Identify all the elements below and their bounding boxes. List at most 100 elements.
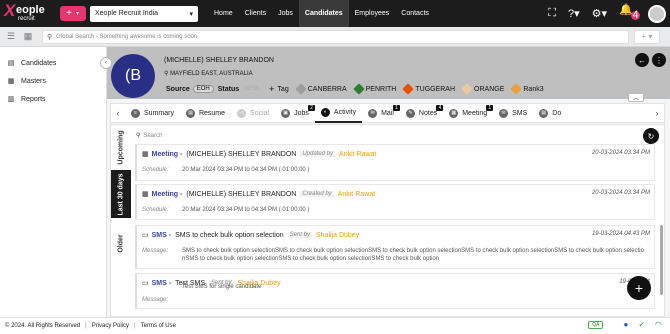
footer-status-icons: QA ● ✓ ◠ bbox=[588, 320, 662, 329]
tab-meeting[interactable]: ▦ Meeting 1 bbox=[443, 103, 494, 123]
top-right-actions: ⛶ ?▾ ⚙▾ 🔔 4 bbox=[542, 0, 670, 27]
activity-date: 20-03-2024 03:34 PM bbox=[591, 150, 650, 156]
activity-search-input[interactable]: ⚲ Search bbox=[136, 132, 163, 140]
activity-field-label: Message: bbox=[142, 297, 169, 303]
tab-jobs[interactable]: ▣ Jobs 2 bbox=[275, 103, 315, 123]
tab-count-badge: 2 bbox=[308, 105, 315, 111]
footer-separator: | bbox=[85, 323, 87, 329]
quick-add-button[interactable]: + ▾ bbox=[634, 29, 660, 44]
notification-badge: 4 bbox=[631, 9, 640, 21]
tab-resume[interactable]: ▤ Resume bbox=[180, 103, 231, 123]
global-search-input[interactable]: ⚲ Global Search - Something awesome is co… bbox=[42, 29, 629, 44]
wifi-icon[interactable]: ◠ bbox=[655, 320, 662, 329]
source-badge[interactable]: EOH bbox=[192, 85, 214, 93]
activity-by-label: Created by bbox=[300, 191, 334, 197]
summary-icon: ≡ bbox=[131, 108, 140, 118]
activity-date: 19-03-2024 04:43 PM bbox=[591, 231, 650, 237]
tag-chip[interactable]: PENRITH bbox=[352, 83, 396, 95]
activity-search-placeholder: Search bbox=[143, 132, 163, 139]
tab-mail[interactable]: ✉ Mail 1 bbox=[362, 103, 400, 123]
tag-chip[interactable]: ORANGE bbox=[461, 83, 505, 95]
chevron-down-icon: ▼ bbox=[74, 10, 80, 17]
organization-select[interactable]: Xeople Recruit India ▾ bbox=[90, 5, 198, 22]
notes-icon: ✎ bbox=[405, 108, 415, 118]
list-view-icon[interactable]: ☰ bbox=[5, 31, 17, 43]
privacy-policy-link[interactable]: Privacy Policy bbox=[92, 323, 129, 329]
candidate-location: ⚲ MAYFIELD EAST, AUSTRALIA bbox=[164, 70, 253, 77]
nav-candidates[interactable]: Candidates bbox=[298, 0, 349, 27]
activity-field-value: Test SMS for single candidate bbox=[182, 284, 262, 290]
activity-user[interactable]: Ankit Rawat bbox=[339, 151, 376, 158]
user-avatar[interactable] bbox=[648, 4, 666, 23]
more-options-icon[interactable]: ⋮ bbox=[652, 53, 666, 67]
add-activity-button[interactable]: + bbox=[627, 276, 651, 300]
activity-card[interactable]: ▭SMS -Test SMSSent byShailja Dubey 19-03… bbox=[135, 273, 655, 309]
terms-of-use-link[interactable]: Terms of Use bbox=[141, 323, 176, 329]
activity-panel: Upcoming Last 30 days Older ⚲ Search ↻ ▦ M… bbox=[110, 124, 665, 317]
briefcase-icon: ▣ bbox=[281, 108, 291, 118]
user-status-icon[interactable]: ● bbox=[623, 320, 628, 329]
activity-card[interactable]: ▦ Meeting - (MICHELLE) SHELLEY BRANDON Upda… bbox=[135, 144, 655, 181]
vtab-older[interactable]: Older bbox=[111, 225, 131, 261]
tag-chip[interactable]: TUGGERAH bbox=[402, 83, 455, 95]
tab-sms[interactable]: ✉ SMS bbox=[493, 103, 533, 123]
collapse-header-button[interactable]: ︿ bbox=[628, 93, 644, 102]
tag-name: CANBERRA bbox=[307, 85, 347, 93]
sidebar-item-reports[interactable]: ▥ Reports bbox=[0, 90, 106, 108]
activity-user[interactable]: Shailja Dubey bbox=[316, 232, 359, 239]
nav-home[interactable]: Home bbox=[208, 0, 239, 27]
activity-card[interactable]: ▭ SMS - SMS to check bulk option selection… bbox=[135, 225, 655, 269]
activity-scrollbar[interactable] bbox=[660, 225, 663, 295]
tabs-scroll-right-icon[interactable]: › bbox=[650, 108, 664, 118]
sidebar-item-candidates[interactable]: ▤ Candidates bbox=[0, 54, 106, 72]
tag-label: Tag bbox=[277, 85, 289, 93]
tab-count-badge: 4 bbox=[436, 105, 444, 111]
chevron-left-icon: ‹ bbox=[105, 60, 107, 66]
activity-card[interactable]: ▦ Meeting - (MICHELLE) SHELLEY BRANDON Crea… bbox=[135, 184, 655, 220]
tab-social[interactable]: ◁ Social bbox=[231, 103, 275, 123]
xeople-logo[interactable]: X eople recruit bbox=[4, 0, 56, 27]
resume-icon: ▤ bbox=[185, 108, 195, 118]
add-tag-button[interactable]: + Tag bbox=[269, 84, 289, 94]
activity-icon: ◐ bbox=[320, 107, 330, 117]
add-label: + bbox=[66, 8, 72, 19]
calendar-icon: ▦ bbox=[142, 191, 149, 198]
sidebar-collapse-button[interactable]: ‹ bbox=[100, 57, 112, 69]
nav-contacts[interactable]: Contacts bbox=[395, 0, 435, 27]
tab-summary[interactable]: ≡ Summary bbox=[125, 103, 180, 123]
back-arrow-icon[interactable]: ← bbox=[635, 53, 649, 67]
gear-icon[interactable]: ⚙▾ bbox=[592, 7, 607, 20]
help-icon[interactable]: ?▾ bbox=[568, 7, 580, 20]
vtab-upcoming[interactable]: Upcoming bbox=[111, 125, 131, 169]
sidebar: ▤ Candidates ▦ Masters ▥ Reports bbox=[0, 47, 107, 317]
search-icon: ⚲ bbox=[136, 133, 141, 139]
sidebar-item-label: Candidates bbox=[21, 59, 57, 67]
status-label: Status bbox=[217, 85, 240, 93]
tabs-scroll-left-icon[interactable]: ‹ bbox=[111, 108, 125, 118]
nav-jobs[interactable]: Jobs bbox=[272, 0, 299, 27]
refresh-button[interactable]: ↻ bbox=[643, 128, 659, 144]
nav-employees[interactable]: Employees bbox=[349, 0, 396, 27]
tab-notes[interactable]: ✎ Notes 4 bbox=[400, 103, 444, 123]
vtab-label: Older bbox=[117, 233, 125, 253]
calendar-icon: ▦ bbox=[142, 151, 149, 158]
activity-date: 20-03-2024 03:34 PM bbox=[591, 190, 650, 196]
bell-icon[interactable]: 🔔 4 bbox=[619, 3, 640, 25]
candidate-name: (MICHELLE) SHELLEY BRANDON bbox=[164, 57, 274, 64]
sms-icon: ▭ bbox=[142, 232, 149, 239]
activity-user[interactable]: Ankit Rawat bbox=[338, 191, 375, 198]
grid-view-icon[interactable]: ▦ bbox=[22, 31, 34, 43]
status-badge[interactable]: NEW bbox=[245, 86, 259, 92]
vtab-last-30-days[interactable]: Last 30 days bbox=[111, 170, 131, 218]
fullscreen-icon[interactable]: ⛶ bbox=[548, 7, 556, 20]
tab-label: Jobs bbox=[294, 109, 309, 117]
tag-chip[interactable]: Rank3 bbox=[510, 83, 544, 95]
tab-activity[interactable]: ◐ Activity bbox=[314, 103, 363, 123]
add-new-button[interactable]: + ▼ bbox=[60, 6, 86, 21]
tag-chip[interactable]: CANBERRA bbox=[295, 83, 347, 95]
sidebar-item-masters[interactable]: ▦ Masters bbox=[0, 72, 106, 90]
nav-clients[interactable]: Clients bbox=[239, 0, 272, 27]
tag-name: ORANGE bbox=[474, 85, 505, 93]
check-circle-icon[interactable]: ✓ bbox=[638, 320, 645, 329]
tab-documents[interactable]: ▤ Do bbox=[533, 103, 567, 123]
